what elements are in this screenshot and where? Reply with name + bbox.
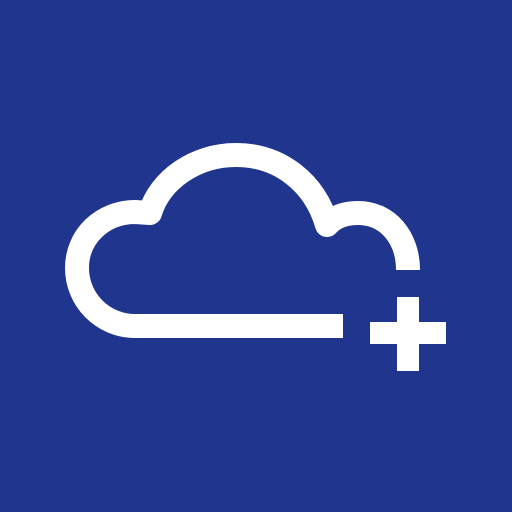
cloud-add-icon xyxy=(0,0,512,512)
app-icon xyxy=(0,0,512,512)
